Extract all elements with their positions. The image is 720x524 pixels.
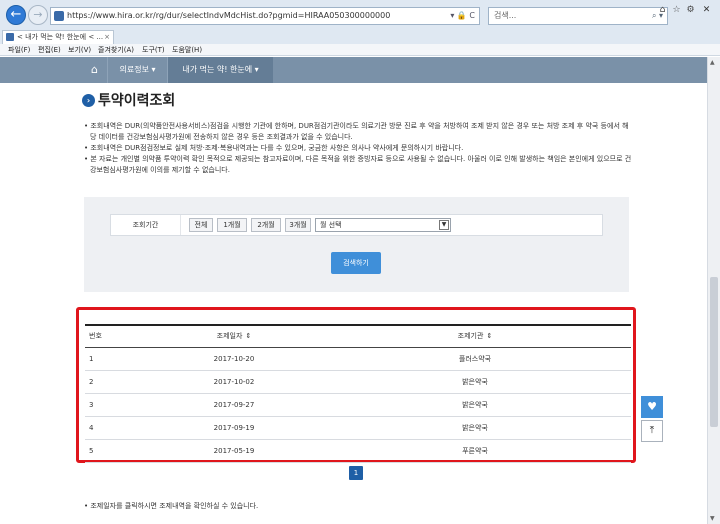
tab-title: < 내가 먹는 약! 한눈에 < ... — [17, 33, 104, 41]
tab-close-icon[interactable]: × — [104, 31, 110, 43]
menu-edit[interactable]: 편집(E) — [38, 45, 61, 55]
row-date-link[interactable]: 2017-10-20 — [149, 347, 319, 371]
notice-item: • 조회내역은 DUR(의약품안전사용서비스)점검을 시행한 기관에 한하며, … — [84, 122, 629, 141]
row-date-link[interactable]: 2017-09-19 — [149, 416, 319, 440]
browser-search-box[interactable]: 검색... ⌕ ▾ — [488, 7, 668, 25]
scrollbar-thumb[interactable] — [710, 277, 718, 427]
period-1month-button[interactable]: 1개월 — [217, 218, 247, 232]
browser-search-placeholder: 검색... — [494, 11, 517, 20]
scroll-up-arrow-icon[interactable]: ▲ — [710, 59, 715, 66]
table-row: 5 2017-05-19 푸른약국 — [85, 439, 631, 463]
period-all-button[interactable]: 전체 — [189, 218, 213, 232]
global-nav-bar: ⌂ 의료정보 ▾ 내가 먹는 약! 한눈에 ▾ — [0, 57, 707, 83]
menu-file[interactable]: 파일(F) — [8, 45, 30, 55]
vertical-scrollbar[interactable]: ▲ ▼ — [707, 57, 720, 524]
notice-item: • 조회내역은 DUR점검정보로 실제 처방·조제·복용내역과는 다를 수 있으… — [84, 144, 464, 152]
heart-icon[interactable]: ♥ — [641, 396, 663, 418]
browser-window: ← → https://www.hira.or.kr/rg/dur/select… — [0, 0, 720, 524]
site-favicon-icon — [54, 11, 64, 21]
gnb-menu-medical-info-label: 의료정보 — [119, 65, 149, 74]
forward-arrow-icon[interactable]: → — [28, 5, 48, 25]
table-row: 2 2017-10-02 밝은약국 — [85, 370, 631, 394]
dispense-history-table: 번호 조제일자 ⇕ 조제기관 ⇕ 1 2017-10-20 플러스약국 2 2017… — [85, 324, 631, 463]
pagination-page-button[interactable]: 1 — [349, 466, 363, 480]
period-3month-button[interactable]: 3개월 — [285, 218, 311, 232]
header-no: 번호 — [85, 324, 149, 348]
address-bar[interactable]: https://www.hira.or.kr/rg/dur/selectIndv… — [50, 7, 480, 25]
menu-view[interactable]: 보기(V) — [68, 45, 91, 55]
header-org-label: 조제기관 — [457, 332, 484, 341]
gnb-menu-medical-info[interactable]: 의료정보 ▾ — [108, 57, 168, 83]
row-org: 밝은약국 — [319, 393, 631, 417]
search-filter-box: 조회기간 전체 1개월 2개월 3개월 월 선택 ▼ 검색하기 — [84, 197, 629, 292]
notice-list: • 조회내역은 DUR(의약품안전사용서비스)점검을 시행한 기관에 한하며, … — [84, 121, 632, 176]
row-org: 밝은약국 — [319, 370, 631, 394]
table-row: 3 2017-09-27 밝은약국 — [85, 393, 631, 417]
period-label: 조회기간 — [111, 215, 181, 235]
row-no: 1 — [85, 347, 149, 371]
favorites-star-icon[interactable]: ☆ — [670, 4, 683, 17]
sort-icon[interactable]: ⇕ — [245, 332, 251, 340]
chevron-down-icon[interactable]: ▼ — [439, 220, 449, 230]
tab-bar: < 내가 먹는 약! 한눈에 < ... × — [0, 30, 720, 44]
title-bullet-icon: › — [82, 94, 95, 107]
month-select-value: 월 선택 — [320, 221, 342, 229]
menu-tools[interactable]: 도구(T) — [142, 45, 165, 55]
table-row: 4 2017-09-19 밝은약국 — [85, 416, 631, 440]
row-no: 2 — [85, 370, 149, 394]
page-title-text: 투약이력조회 — [98, 93, 176, 109]
browser-tab[interactable]: < 내가 먹는 약! 한눈에 < ... × — [2, 30, 114, 44]
row-org: 푸른약국 — [319, 439, 631, 463]
settings-gear-icon[interactable]: ⚙ — [684, 4, 697, 17]
period-filter-row: 조회기간 전체 1개월 2개월 3개월 월 선택 ▼ — [110, 214, 603, 236]
menu-bar: 파일(F) 편집(E) 보기(V) 즐겨찾기(A) 도구(T) 도움말(H) — [0, 44, 720, 56]
search-button[interactable]: 검색하기 — [331, 252, 381, 274]
header-org[interactable]: 조제기관 ⇕ — [319, 324, 631, 348]
title-bar: ← → https://www.hira.or.kr/rg/dur/select… — [0, 0, 720, 30]
menu-help[interactable]: 도움말(H) — [172, 45, 202, 55]
back-arrow-icon[interactable]: ← — [6, 5, 26, 25]
highlight-frame: 번호 조제일자 ⇕ 조제기관 ⇕ 1 2017-10-20 플러스약국 2 2017… — [76, 307, 636, 463]
scroll-down-arrow-icon[interactable]: ▼ — [710, 515, 715, 522]
row-no: 4 — [85, 416, 149, 440]
period-2month-button[interactable]: 2개월 — [251, 218, 281, 232]
table-row: 1 2017-10-20 플러스약국 — [85, 347, 631, 371]
row-date-link[interactable]: 2017-05-19 — [149, 439, 319, 463]
row-org: 밝은약국 — [319, 416, 631, 440]
row-no: 5 — [85, 439, 149, 463]
footnote: • 조제일자를 클릭하시면 조제내역을 확인하실 수 있습니다. — [84, 502, 259, 510]
web-page: ⌂ 의료정보 ▾ 내가 먹는 약! 한눈에 ▾ › 투약이력조회 • 조회내역은 … — [0, 57, 707, 524]
home-browser-icon[interactable]: ⌂ — [656, 4, 669, 17]
month-select[interactable]: 월 선택 ▼ — [315, 218, 451, 232]
row-org: 플러스약국 — [319, 347, 631, 371]
header-date-label: 조제일자 — [216, 332, 243, 341]
sort-icon[interactable]: ⇕ — [486, 332, 492, 340]
menu-favorites[interactable]: 즐겨찾기(A) — [98, 45, 134, 55]
home-icon[interactable]: ⌂ — [82, 57, 108, 83]
table-header-row: 번호 조제일자 ⇕ 조제기관 ⇕ — [85, 324, 631, 348]
gnb-menu-my-medicine[interactable]: 내가 먹는 약! 한눈에 ▾ — [168, 57, 273, 83]
row-no: 3 — [85, 393, 149, 417]
row-date-link[interactable]: 2017-10-02 — [149, 370, 319, 394]
gnb-menu-my-medicine-label: 내가 먹는 약! 한눈에 — [182, 65, 253, 74]
header-date[interactable]: 조제일자 ⇕ — [149, 324, 319, 348]
url-text: https://www.hira.or.kr/rg/dur/selectIndv… — [67, 11, 391, 20]
scroll-top-icon[interactable]: ⤒ — [641, 420, 663, 442]
page-title: › 투약이력조회 — [82, 90, 175, 110]
close-window-icon[interactable]: ✕ — [700, 4, 713, 17]
row-date-link[interactable]: 2017-09-27 — [149, 393, 319, 417]
notice-item: • 본 자료는 개인별 의약품 투약이력 확인 목적으로 제공되는 참고자료이며… — [84, 155, 632, 174]
address-tools-icon[interactable]: ▾ 🔒 C — [450, 8, 475, 24]
tab-favicon-icon — [6, 33, 14, 41]
